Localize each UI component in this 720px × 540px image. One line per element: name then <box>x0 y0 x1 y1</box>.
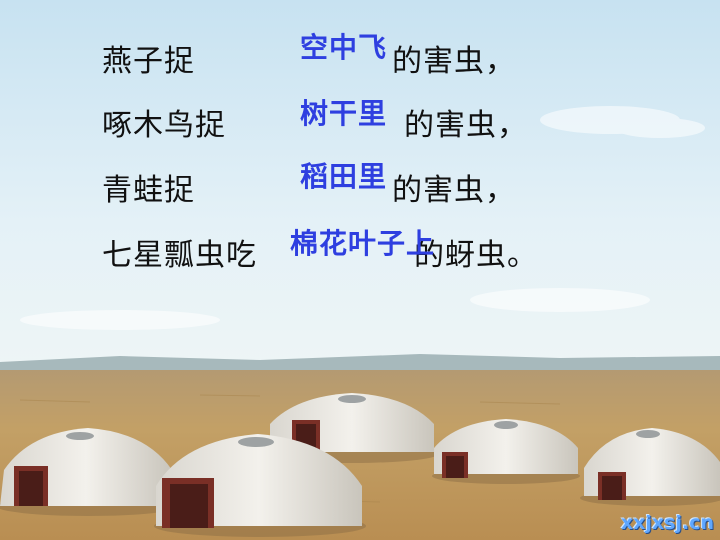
sentence-1-answer: 空中飞 <box>300 31 388 64</box>
watermark: xxjxsj.cn <box>620 512 714 534</box>
sentence-3-prefix: 青蛙捉 <box>102 173 195 208</box>
sentence-1-suffix: 的害虫， <box>392 44 516 79</box>
sentence-3-answer: 稻田里 <box>300 160 388 193</box>
sentence-1-prefix: 燕子捉 <box>102 44 195 79</box>
sentence-2-answer: 树干里 <box>300 97 388 130</box>
sentence-4-prefix: 七星瓢虫吃 <box>102 238 257 273</box>
sentence-2-prefix: 啄木鸟捉 <box>102 108 226 143</box>
sentence-2-suffix: 的害虫， <box>404 108 528 143</box>
sentence-3-suffix: 的害虫， <box>392 173 516 208</box>
sentence-4-answer: 棉花叶子上 <box>290 227 436 260</box>
